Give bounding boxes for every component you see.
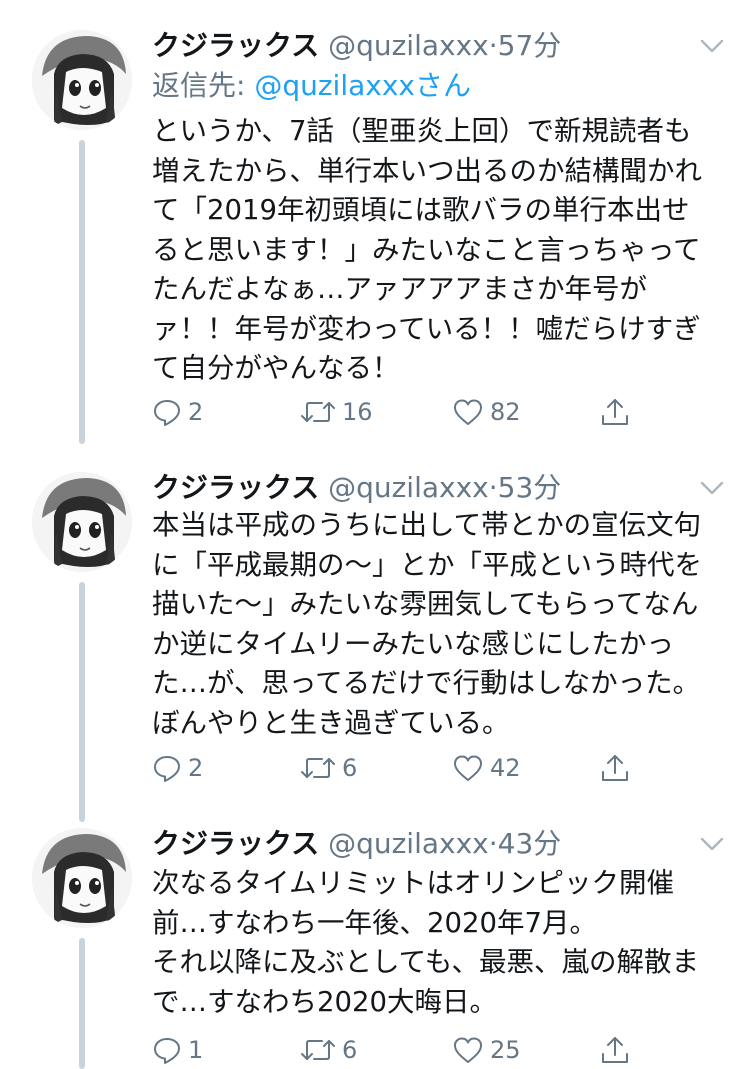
tweet-text: 次なるタイムリミットはオリンピック開催 前…すなわち一年後、2020年7月。 そ… (152, 864, 722, 1022)
avatar-illustration (32, 30, 132, 130)
avatar-illustration (32, 472, 132, 572)
share-icon (602, 1037, 628, 1063)
thread-line (79, 140, 85, 444)
like-button[interactable]: 82 (452, 392, 521, 432)
tweet-text: というか、7話（聖亜炎上回）で新規読者も 増えたから、単行本いつ出るのか結構聞か… (152, 112, 722, 389)
user-handle[interactable]: @quzilaxxx (328, 29, 489, 62)
chevron-down-icon[interactable] (700, 38, 724, 54)
share-icon (602, 399, 628, 425)
thread-line (79, 938, 85, 1069)
reply-button[interactable]: 2 (152, 392, 203, 432)
avatar[interactable] (32, 472, 132, 572)
like-count: 42 (490, 754, 521, 782)
tweet-line: ぼんやりと生き過ぎている。 (152, 706, 510, 739)
dot-separator: · (488, 29, 498, 62)
chevron-down-icon[interactable] (700, 836, 724, 852)
like-button[interactable]: 25 (452, 1030, 521, 1069)
display-name[interactable]: クジラックス (152, 29, 319, 62)
like-count: 82 (490, 398, 521, 426)
reply-button[interactable]: 1 (152, 1030, 203, 1069)
reply-count: 2 (188, 398, 204, 426)
like-count: 25 (490, 1036, 521, 1064)
tweet-line: ァ！！年号が変わっている！！嘘だらけすぎ (152, 312, 701, 345)
retweet-count: 16 (342, 398, 373, 426)
timestamp[interactable]: 53分 (498, 471, 562, 504)
tweet-header: クジラックス @quzilaxxx·43分 (152, 822, 561, 866)
tweet-line: それ以降に及ぶとしても、最悪、嵐の解散ま (152, 946, 699, 978)
retweet-button[interactable]: 16 (300, 392, 373, 432)
tweet-text: 本当は平成のうちに出して帯とかの宣伝文句 に「平成最期の〜」とか「平成という時代… (152, 506, 722, 743)
tweet-line: 本当は平成のうちに出して帯とかの宣伝文句 (152, 509, 702, 541)
tweet-line: か逆にタイムリーみたいな感じにしたかっ (152, 627, 674, 660)
tweet-header: クジラックス @quzilaxxx·53分 (152, 466, 561, 510)
tweet-2[interactable]: クジラックス @quzilaxxx·53分 本当は平成のうちに出して帯とかの宣伝… (0, 466, 750, 822)
tweet-actions: 2 6 42 (152, 748, 632, 788)
avatar[interactable] (32, 30, 132, 130)
avatar-illustration (32, 828, 132, 928)
tweet-header: クジラックス @quzilaxxx·57分 (152, 24, 561, 68)
tweet-line: 描いた〜」みたいな雰囲気してもらってなん (152, 588, 699, 620)
retweet-icon (301, 402, 335, 422)
avatar[interactable] (32, 828, 132, 928)
tweet-line: て「2019年初頭頃には歌バラの単行本出せ (152, 194, 690, 226)
like-icon (454, 755, 482, 781)
reply-icon (154, 400, 180, 426)
share-button[interactable] (600, 748, 630, 788)
retweet-count: 6 (342, 754, 358, 782)
reply-count: 1 (188, 1036, 204, 1064)
share-button[interactable] (600, 1030, 630, 1069)
reply-to-label: 返信先: (152, 69, 255, 102)
reply-icon (154, 756, 180, 782)
tweet-line: ると思います！」みたいなこと言っちゃって (152, 233, 701, 266)
reply-to-line: 返信先: @quzilaxxxさん (152, 66, 471, 106)
timestamp[interactable]: 57分 (498, 29, 562, 62)
tweet-line: に「平成最期の〜」とか「平成という時代を (152, 548, 702, 581)
tweet-line: た…が、思ってるだけで行動はしなかった。 (152, 667, 701, 699)
timestamp[interactable]: 43分 (498, 827, 562, 860)
tweet-actions: 2 16 82 (152, 392, 632, 432)
share-button[interactable] (600, 392, 630, 432)
like-button[interactable]: 42 (452, 748, 521, 788)
reply-icon (154, 1038, 180, 1064)
retweet-count: 6 (342, 1036, 358, 1064)
tweet-line: たんだよなぁ…アァアアアまさか年号が (152, 273, 647, 305)
chevron-down-icon[interactable] (700, 480, 724, 496)
tweet-3[interactable]: クジラックス @quzilaxxx·43分 次なるタイムリミットはオリンピック開… (0, 822, 750, 1069)
tweet-line: 次なるタイムリミットはオリンピック開催 (152, 867, 674, 899)
tweet-1[interactable]: クジラックス @quzilaxxx·57分 返信先: @quzilaxxxさん … (0, 24, 750, 444)
retweet-icon (301, 1040, 335, 1060)
tweet-line: 前…すなわち一年後、2020年7月。 (152, 906, 597, 939)
tweet-actions: 1 6 25 (152, 1030, 632, 1069)
dot-separator: · (488, 471, 498, 504)
like-icon (454, 399, 482, 425)
like-icon (454, 1037, 482, 1063)
tweet-line: て自分がやんなる！ (152, 352, 400, 384)
reply-count: 2 (188, 754, 204, 782)
tweet-line: 増えたから、単行本いつ出るのか結構聞かれ (152, 154, 702, 187)
retweet-icon (301, 758, 335, 778)
tweet-line: というか、7話（聖亜炎上回）で新規読者も (152, 115, 692, 147)
tweet-line: で…すなわち2020大晦日。 (152, 985, 497, 1018)
retweet-button[interactable]: 6 (300, 1030, 357, 1069)
display-name[interactable]: クジラックス (152, 827, 319, 860)
user-handle[interactable]: @quzilaxxx (328, 471, 489, 504)
dot-separator: · (488, 827, 498, 860)
retweet-button[interactable]: 6 (300, 748, 357, 788)
reply-button[interactable]: 2 (152, 748, 203, 788)
user-handle[interactable]: @quzilaxxx (328, 827, 489, 860)
thread-line (79, 582, 85, 822)
tweet-thread: クジラックス @quzilaxxx·57分 返信先: @quzilaxxxさん … (0, 0, 750, 1069)
share-icon (602, 755, 628, 781)
reply-mention-link[interactable]: @quzilaxxxさん (254, 69, 471, 102)
display-name[interactable]: クジラックス (152, 471, 319, 504)
